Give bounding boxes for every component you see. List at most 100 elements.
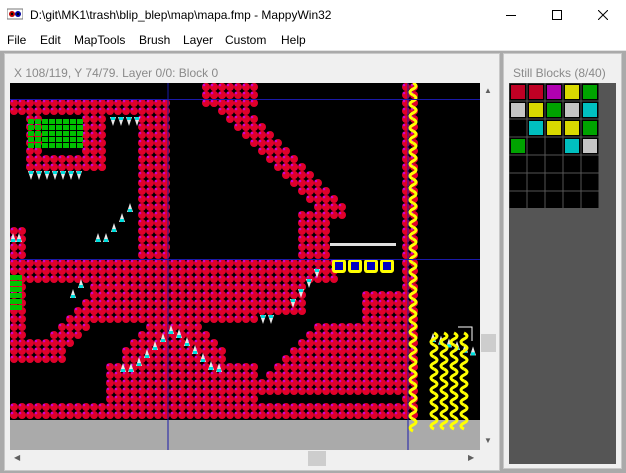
brick-tile [386,291,394,299]
brick-tile [178,403,186,411]
brick-tile [90,291,98,299]
brick-tile [154,107,162,115]
menu-custom[interactable]: Custom [225,33,266,47]
menu-help[interactable]: Help [281,33,306,47]
menu-edit[interactable]: Edit [40,33,61,47]
menu-file[interactable]: File [7,33,26,47]
foliage-tile [35,125,41,130]
brick-tile [378,299,386,307]
brick-tile [10,331,18,339]
menu-maptools[interactable]: MapTools [74,33,125,47]
brick-tile [338,387,346,395]
brick-tile [146,171,154,179]
brick-tile [26,107,34,115]
brick-tile [154,387,162,395]
brick-tile [266,291,274,299]
brick-tile [178,291,186,299]
maximize-button[interactable] [534,0,580,30]
brick-tile [370,331,378,339]
close-button[interactable] [580,0,626,30]
brick-tile [290,403,298,411]
brick-tile [122,283,130,291]
horizontal-scroll-thumb[interactable] [308,451,326,466]
scroll-down-icon[interactable]: ▼ [484,436,492,445]
brick-tile [154,371,162,379]
brick-tile [338,323,346,331]
brick-tile [338,379,346,387]
brick-tile [162,299,170,307]
brick-tile [10,355,18,363]
brick-tile [282,155,290,163]
brick-tile [154,379,162,387]
brick-tile [402,155,410,163]
minimize-button[interactable] [488,0,534,30]
brick-tile [282,307,290,315]
brick-tile [138,331,146,339]
brick-tile [314,243,322,251]
brick-tile [82,163,90,171]
brick-tile [354,371,362,379]
map-horizontal-scrollbar[interactable]: ◀ ▶ [10,450,480,467]
brick-tile [322,331,330,339]
brick-tile [314,387,322,395]
brick-tile [138,347,146,355]
brick-tile [378,331,386,339]
map-canvas[interactable] [10,83,480,450]
brick-tile [58,339,66,347]
brick-tile [322,195,330,203]
brick-tile [194,403,202,411]
scroll-right-icon[interactable]: ▶ [468,453,474,462]
blocks-palette[interactable] [509,83,616,213]
brick-tile [146,115,154,123]
brick-tile [210,83,218,91]
brick-tile [386,315,394,323]
foliage-tile [10,299,16,304]
brick-tile [258,147,266,155]
palette-block [511,85,525,99]
brick-tile [18,107,26,115]
menu-brush[interactable]: Brush [139,33,170,47]
mappy-app-icon[interactable] [7,7,23,21]
brick-tile [18,315,26,323]
map-vertical-scrollbar[interactable]: ▲ ▼ [480,83,497,450]
brick-tile [314,331,322,339]
brick-tile [266,299,274,307]
brick-tile [122,411,130,419]
menu-layer[interactable]: Layer [183,33,213,47]
brick-tile [250,123,258,131]
foliage-tile [63,125,69,130]
brick-tile [66,99,74,107]
palette-block [547,103,561,117]
brick-tile [122,403,130,411]
brick-tile [34,147,42,155]
brick-tile [378,355,386,363]
brick-tile [282,299,290,307]
brick-tile [242,267,250,275]
brick-tile [66,315,74,323]
brick-tile [170,275,178,283]
brick-tile [306,339,314,347]
brick-tile [90,123,98,131]
brick-tile [154,139,162,147]
brick-tile [106,371,114,379]
brick-tile [194,363,202,371]
brick-tile [266,155,274,163]
brick-tile [330,211,338,219]
brick-tile [162,131,170,139]
brick-tile [250,411,258,419]
brick-tile [370,299,378,307]
brick-tile [146,147,154,155]
brick-tile [130,395,138,403]
brick-tile [122,387,130,395]
brick-tile [306,379,314,387]
scroll-up-icon[interactable]: ▲ [484,86,492,95]
brick-tile [162,267,170,275]
brick-tile [202,299,210,307]
brick-tile [162,187,170,195]
brick-tile [98,163,106,171]
brick-tile [202,83,210,91]
scroll-left-icon[interactable]: ◀ [14,453,20,462]
brick-tile [346,379,354,387]
vertical-scroll-thumb[interactable] [481,334,496,352]
brick-tile [66,275,74,283]
